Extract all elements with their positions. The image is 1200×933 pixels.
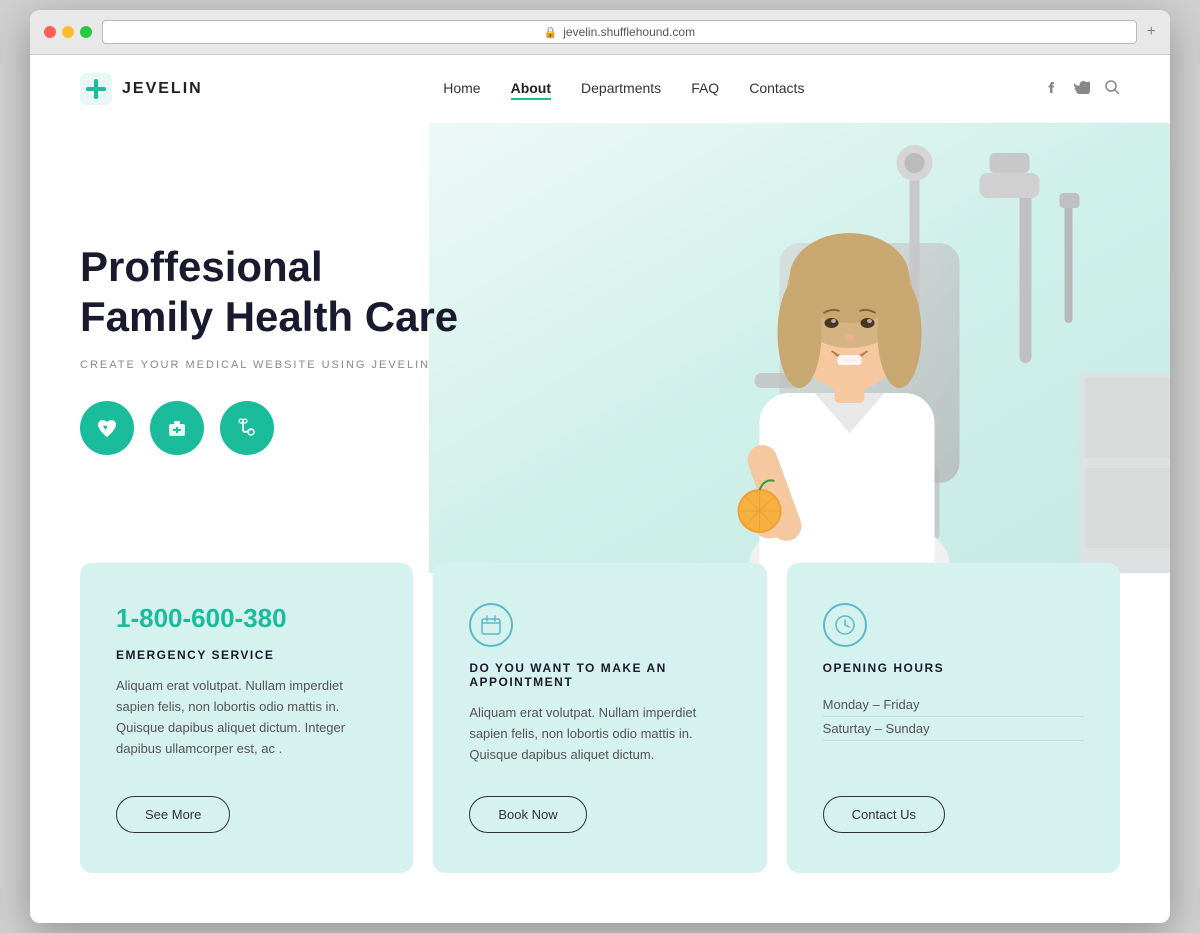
hero-title: Proffesional Family Health Care [80,242,458,343]
close-button[interactable] [44,26,56,38]
emergency-heading: EMERGENCY SERVICE [116,648,377,662]
address-bar[interactable]: 🔒 jevelin.shufflehound.com [102,20,1137,44]
website-content: JEVELIN Home About Departments FAQ Conta… [30,55,1170,922]
nav-icon-group [1045,79,1120,100]
appointment-card: DO YOU WANT TO MAKE AN APPOINTMENT Aliqu… [433,563,766,872]
new-tab-button[interactable]: + [1147,23,1156,41]
browser-window: 🔒 jevelin.shufflehound.com + JEVELIN Hom… [30,10,1170,922]
nav-link-home[interactable]: Home [443,80,480,96]
contact-us-button[interactable]: Contact Us [823,796,945,833]
emergency-phone: 1-800-600-380 [116,603,377,634]
twitter-icon[interactable] [1074,80,1090,98]
minimize-button[interactable] [62,26,74,38]
stethoscope-icon-button[interactable] [220,401,274,455]
appointment-btn-wrapper: Book Now [469,780,730,833]
hours-btn-wrapper: Contact Us [823,780,1084,833]
nav-link-faq[interactable]: FAQ [691,80,719,96]
svg-text:♥: ♥ [103,423,108,432]
maximize-button[interactable] [80,26,92,38]
nav-item-departments[interactable]: Departments [581,80,661,98]
clock-icon [823,603,867,647]
appointment-text: Aliquam erat volutpat. Nullam imperdiet … [469,703,730,765]
emergency-card: 1-800-600-380 EMERGENCY SERVICE Aliquam … [80,563,413,872]
emergency-text: Aliquam erat volutpat. Nullam imperdiet … [116,676,377,759]
cards-section: 1-800-600-380 EMERGENCY SERVICE Aliquam … [30,553,1170,922]
heart-icon-button[interactable]: ♥ [80,401,134,455]
navbar: JEVELIN Home About Departments FAQ Conta… [30,55,1170,123]
logo[interactable]: JEVELIN [80,73,203,105]
lock-icon: 🔒 [544,26,558,39]
emergency-btn-wrapper: See More [116,780,377,833]
browser-chrome: 🔒 jevelin.shufflehound.com + [30,10,1170,55]
nav-item-about[interactable]: About [511,80,551,98]
hero-subtitle: CREATE YOUR MEDICAL WEBSITE USING JEVELI… [80,359,458,371]
url-text: jevelin.shufflehound.com [563,25,695,39]
nav-item-faq[interactable]: FAQ [691,80,719,98]
nav-links: Home About Departments FAQ Contacts [443,80,804,98]
hours-row-weekday: Monday – Friday [823,693,1084,717]
nav-item-contacts[interactable]: Contacts [749,80,804,98]
medical-bag-icon-button[interactable] [150,401,204,455]
logo-text: JEVELIN [122,80,203,98]
nav-link-departments[interactable]: Departments [581,80,661,96]
calendar-icon [469,603,513,647]
hours-heading: OPENING HOURS [823,661,1084,675]
hero-icon-group: ♥ [80,401,458,455]
appointment-heading: DO YOU WANT TO MAKE AN APPOINTMENT [469,661,730,689]
logo-icon [80,73,112,105]
nav-link-contacts[interactable]: Contacts [749,80,804,96]
hero-content: Proffesional Family Health Care CREATE Y… [30,242,458,455]
nav-link-about[interactable]: About [511,80,551,100]
see-more-button[interactable]: See More [116,796,230,833]
traffic-lights [44,26,92,38]
search-icon[interactable] [1104,79,1120,100]
hours-card: OPENING HOURS Monday – Friday Saturtay –… [787,563,1120,872]
hours-row-weekend: Saturtay – Sunday [823,717,1084,741]
hero-background [429,123,1170,573]
facebook-icon[interactable] [1045,80,1060,99]
nav-item-home[interactable]: Home [443,80,480,98]
hero-section: Proffesional Family Health Care CREATE Y… [30,123,1170,573]
book-now-button[interactable]: Book Now [469,796,586,833]
